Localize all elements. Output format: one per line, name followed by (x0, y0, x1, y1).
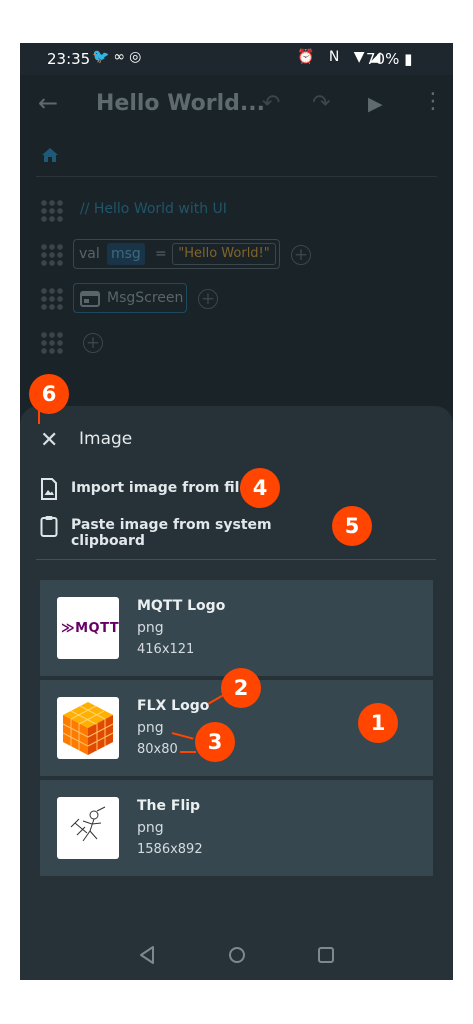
screen-block-label: MsgScreen (107, 290, 184, 306)
code-line-val: val msg = "Hello World!" + (20, 237, 453, 273)
drag-handle-icon[interactable] (40, 243, 64, 267)
play-icon[interactable]: ▶ (368, 93, 383, 115)
code-line-screen: MsgScreen + (20, 281, 453, 317)
callout-badge-6: 6 (29, 374, 69, 414)
image-format: png (137, 620, 164, 636)
string-literal[interactable]: "Hello World!" (172, 243, 276, 265)
screen-icon (80, 291, 100, 307)
image-list-item[interactable]: The Flip png 1586x892 (40, 780, 433, 876)
image-format: png (137, 720, 164, 736)
flip-sketch-image (70, 806, 106, 842)
variable-name[interactable]: msg (107, 243, 145, 265)
clipboard-icon (40, 516, 58, 537)
add-icon[interactable]: + (83, 333, 103, 353)
paste-image-label: Paste image from system clipboard (71, 517, 272, 549)
flx-cube-image (62, 702, 114, 755)
callout-badge-3: 3 (195, 722, 235, 762)
callout-badge-5: 5 (332, 506, 372, 546)
image-name: MQTT Logo (137, 598, 226, 614)
code-line-empty: + (20, 325, 453, 361)
add-icon[interactable]: + (291, 245, 311, 265)
back-arrow-icon[interactable]: ← (38, 89, 58, 117)
back-nav-icon[interactable] (138, 945, 156, 965)
image-name: The Flip (137, 798, 201, 814)
image-file-icon (41, 478, 57, 500)
status-time: 23:35 (47, 50, 91, 68)
recents-nav-icon[interactable] (316, 945, 336, 965)
code-comment[interactable]: // Hello World with UI (80, 201, 227, 217)
callout-badge-2: 2 (221, 668, 261, 708)
undo-icon[interactable]: ↶ (262, 91, 280, 116)
drag-handle-icon[interactable] (40, 287, 64, 311)
callout-badge-1: 1 (358, 703, 398, 743)
sheet-title: Image (79, 429, 133, 449)
image-name: FLX Logo (137, 698, 210, 714)
drag-handle-icon[interactable] (40, 331, 64, 355)
status-bar: 23:35 🐦∞◎ ⏰ N ▼◢ 70% ▮ (20, 43, 453, 75)
home-icon[interactable] (40, 145, 60, 165)
close-icon[interactable]: ✕ (40, 428, 58, 453)
callout-badge-4: 4 (240, 468, 280, 508)
mqtt-logo-thumbnail: ≫MQTT (57, 597, 119, 659)
the-flip-thumbnail (57, 797, 119, 859)
image-dimensions: 416x121 (137, 642, 195, 657)
val-keyword: val (79, 246, 100, 262)
breadcrumb-divider (36, 176, 437, 177)
import-image-label: Import image from file (71, 480, 249, 496)
app-bar: ← Hello World... ↶ ↷ ▶ ⋮ (20, 75, 453, 137)
page-title: Hello World... (96, 91, 265, 116)
battery-percentage: 70% ▮ (366, 50, 413, 68)
add-icon[interactable]: + (198, 289, 218, 309)
drag-handle-icon[interactable] (40, 199, 64, 223)
equals-sign: = (155, 246, 167, 262)
phone-screen: 23:35 🐦∞◎ ⏰ N ▼◢ 70% ▮ ← Hello World... … (20, 43, 453, 980)
flx-logo-thumbnail (57, 697, 119, 759)
image-list-item[interactable]: ≫MQTT MQTT Logo png 416x121 (40, 580, 433, 676)
import-image-button[interactable]: Import image from file (40, 476, 340, 504)
sheet-divider (36, 559, 436, 560)
image-dimensions: 1586x892 (137, 842, 203, 857)
image-format: png (137, 820, 164, 836)
redo-icon[interactable]: ↷ (312, 91, 330, 116)
notification-icons: 🐦∞◎ (92, 49, 146, 65)
home-nav-icon[interactable] (227, 945, 247, 965)
val-declaration-block[interactable]: val msg = "Hello World!" (73, 239, 280, 269)
image-dimensions: 80x80 (137, 742, 178, 757)
more-vert-icon[interactable]: ⋮ (422, 89, 444, 114)
code-line-comment: // Hello World with UI (20, 193, 453, 229)
paste-image-button[interactable]: Paste image from system clipboard (40, 513, 340, 549)
navigation-bar (20, 930, 453, 980)
callout-3-leader-dims (180, 751, 196, 753)
mqtt-logo-image: ≫MQTT (61, 621, 119, 636)
screen-block[interactable]: MsgScreen (73, 283, 187, 313)
